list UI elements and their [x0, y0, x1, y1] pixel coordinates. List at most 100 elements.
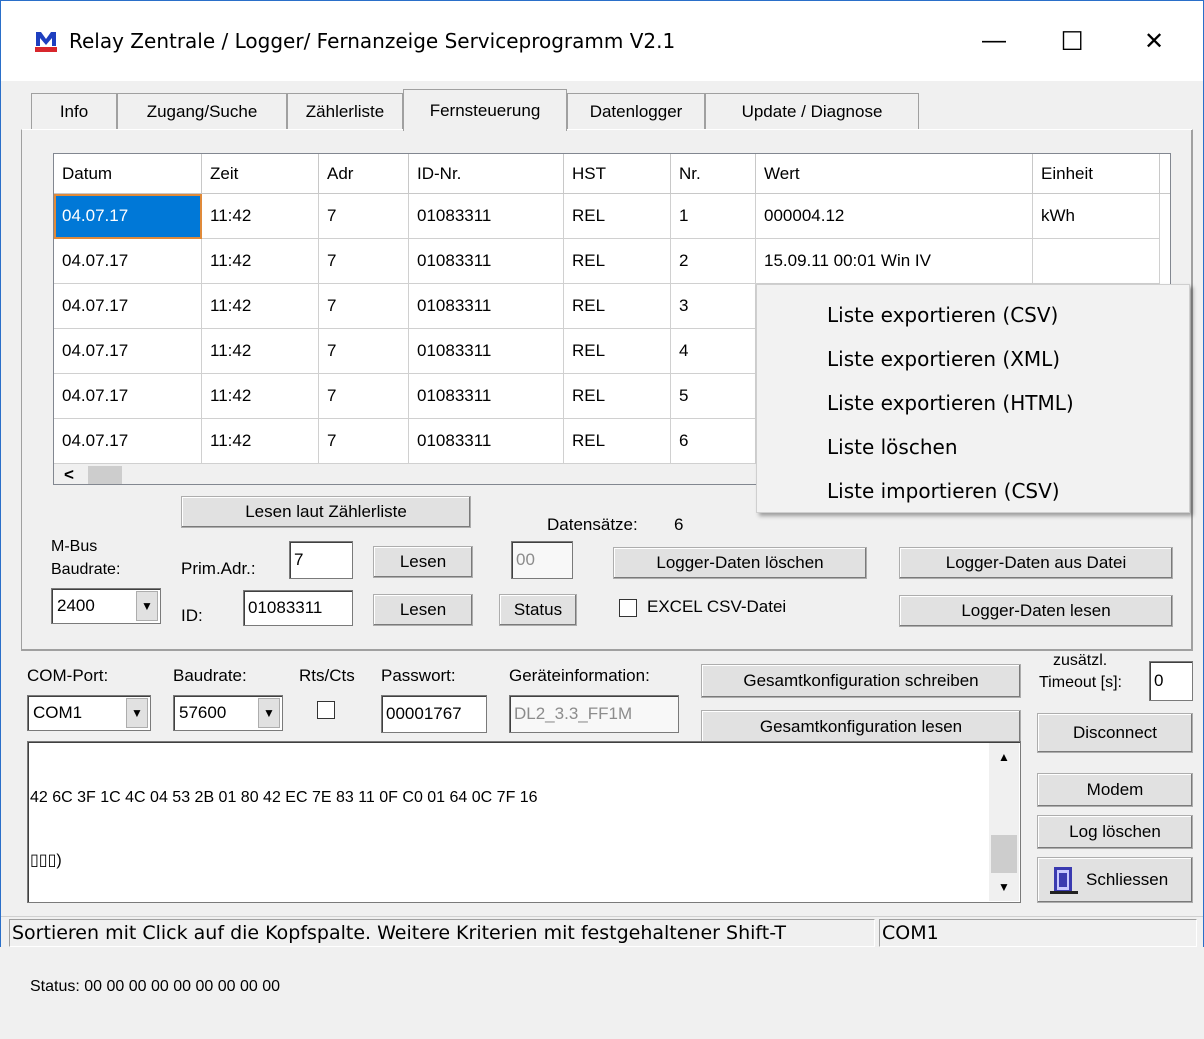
grid-cell[interactable]: 6: [671, 419, 756, 464]
mbus-baudrate-select[interactable]: 2400 ▼: [51, 588, 161, 624]
tab-datenlogger[interactable]: Datenlogger: [567, 93, 705, 129]
chevron-down-icon[interactable]: ▼: [136, 591, 158, 621]
grid-cell[interactable]: REL: [564, 239, 671, 284]
column-header-einheit[interactable]: Einheit: [1033, 154, 1160, 194]
grid-cell[interactable]: 04.07.17: [54, 194, 202, 239]
log-output[interactable]: 42 6C 3F 1C 4C 04 53 2B 01 80 42 EC 7E 8…: [27, 741, 1021, 995]
grid-cell[interactable]: 11:42: [202, 194, 319, 239]
excel-csv-checkbox[interactable]: [619, 599, 637, 617]
grid-cell[interactable]: 01083311: [409, 239, 564, 284]
grid-cell[interactable]: REL: [564, 329, 671, 374]
tab-info[interactable]: Info: [31, 93, 117, 129]
grid-cell[interactable]: 11:42: [202, 329, 319, 374]
tab-fernsteuerung[interactable]: Fernsteuerung: [403, 89, 567, 131]
grid-cell[interactable]: 7: [319, 239, 409, 284]
grid-cell[interactable]: 04.07.17: [54, 239, 202, 284]
column-header-hst[interactable]: HST: [564, 154, 671, 194]
com-port-select[interactable]: COM1 ▼: [27, 695, 151, 731]
column-header-adr[interactable]: Adr: [319, 154, 409, 194]
scroll-thumb[interactable]: [88, 466, 122, 484]
maximize-button[interactable]: ☐: [1037, 15, 1107, 67]
grid-cell[interactable]: 2: [671, 239, 756, 284]
grid-cell[interactable]: REL: [564, 419, 671, 464]
grid-cell[interactable]: REL: [564, 194, 671, 239]
grid-cell[interactable]: 7: [319, 194, 409, 239]
grid-cell[interactable]: 01083311: [409, 374, 564, 419]
gesamtkonfiguration-schreiben-button[interactable]: Gesamtkonfiguration schreiben: [701, 664, 1021, 698]
grid-cell[interactable]: 4: [671, 329, 756, 374]
grid-cell[interactable]: 04.07.17: [54, 284, 202, 329]
tab-update-diagnose[interactable]: Update / Diagnose: [705, 93, 919, 129]
grid-cell[interactable]: 000004.12: [756, 194, 1033, 239]
grid-cell[interactable]: 7: [319, 419, 409, 464]
vertical-scrollbar[interactable]: ▲ ▼: [989, 743, 1019, 901]
menu-item-export-html[interactable]: Liste exportieren (HTML): [827, 391, 1074, 415]
scroll-left-arrow-icon[interactable]: <: [54, 464, 84, 484]
grid-cell[interactable]: 1: [671, 194, 756, 239]
rts-cts-checkbox[interactable]: [317, 701, 335, 719]
tab-zaehlerliste[interactable]: Zählerliste: [287, 93, 403, 129]
column-header-extra[interactable]: [1160, 154, 1170, 194]
grid-cell[interactable]: 11:42: [202, 419, 319, 464]
baudrate-select[interactable]: 57600 ▼: [173, 695, 283, 731]
column-header-id-nr[interactable]: ID-Nr.: [409, 154, 564, 194]
grid-cell[interactable]: 3: [671, 284, 756, 329]
grid-cell[interactable]: 01083311: [409, 284, 564, 329]
chevron-down-icon[interactable]: ▼: [258, 698, 280, 728]
close-button[interactable]: ✕: [1119, 15, 1189, 67]
grid-cell[interactable]: 01083311: [409, 419, 564, 464]
log-loeschen-button[interactable]: Log löschen: [1037, 815, 1193, 849]
grid-cell[interactable]: 04.07.17: [54, 419, 202, 464]
tab-zugang-suche[interactable]: Zugang/Suche: [117, 93, 287, 129]
grid-cell[interactable]: 11:42: [202, 239, 319, 284]
id-input[interactable]: 01083311: [243, 590, 353, 626]
status-button[interactable]: Status: [499, 594, 577, 626]
grid-cell[interactable]: 7: [319, 284, 409, 329]
timeout-input[interactable]: 0: [1149, 661, 1193, 701]
grid-cell[interactable]: 15.09.11 00:01 Win IV: [756, 239, 1033, 284]
grid-cell[interactable]: [1033, 239, 1160, 284]
menu-item-export-xml[interactable]: Liste exportieren (XML): [827, 347, 1060, 371]
schliessen-button[interactable]: Schliessen: [1037, 857, 1193, 903]
grid-cell[interactable]: 7: [319, 374, 409, 419]
logger-daten-lesen-button[interactable]: Logger-Daten lesen: [899, 595, 1173, 627]
grid-cell[interactable]: 11:42: [202, 284, 319, 329]
grid-cell[interactable]: kWh: [1033, 194, 1160, 239]
lesen-prim-adr-button[interactable]: Lesen: [373, 546, 473, 578]
grid-cell[interactable]: 5: [671, 374, 756, 419]
disconnect-button[interactable]: Disconnect: [1037, 713, 1193, 753]
grid-cell[interactable]: 04.07.17: [54, 374, 202, 419]
status-bar: Sortieren mit Click auf die Kopfspalte. …: [1, 916, 1203, 948]
menu-item-export-csv[interactable]: Liste exportieren (CSV): [827, 303, 1058, 327]
passwort-label: Passwort:: [381, 666, 456, 685]
minimize-button[interactable]: —: [959, 15, 1029, 67]
grid-cell[interactable]: 7: [319, 329, 409, 374]
logger-daten-aus-datei-button[interactable]: Logger-Daten aus Datei: [899, 547, 1173, 579]
prim-adr-input[interactable]: 7: [289, 541, 353, 579]
lesen-id-button[interactable]: Lesen: [373, 594, 473, 626]
logger-daten-loeschen-button[interactable]: Logger-Daten löschen: [613, 547, 867, 579]
grid-cell[interactable]: 01083311: [409, 329, 564, 374]
grid-cell[interactable]: REL: [564, 284, 671, 329]
column-header-wert[interactable]: Wert: [756, 154, 1033, 194]
exit-door-icon: [1050, 867, 1078, 894]
chevron-down-icon[interactable]: ▼: [126, 698, 148, 728]
gesamtkonfiguration-lesen-button[interactable]: Gesamtkonfiguration lesen: [701, 710, 1021, 744]
menu-item-import-csv[interactable]: Liste importieren (CSV): [827, 479, 1060, 503]
column-header-nr[interactable]: Nr.: [671, 154, 756, 194]
schliessen-label: Schliessen: [1086, 870, 1169, 889]
grid-cell[interactable]: 01083311: [409, 194, 564, 239]
lesen-laut-zaehlerliste-button[interactable]: Lesen laut Zählerliste: [181, 496, 471, 528]
grid-cell[interactable]: 04.07.17: [54, 329, 202, 374]
grid-cell[interactable]: REL: [564, 374, 671, 419]
scroll-down-arrow-icon[interactable]: ▼: [989, 877, 1019, 897]
scroll-up-arrow-icon[interactable]: ▲: [989, 747, 1019, 767]
scroll-thumb[interactable]: [991, 835, 1017, 873]
menu-item-liste-loeschen[interactable]: Liste löschen: [827, 435, 958, 459]
baudrate-label: Baudrate:: [173, 666, 247, 685]
column-header-datum[interactable]: Datum: [54, 154, 202, 194]
column-header-zeit[interactable]: Zeit: [202, 154, 319, 194]
passwort-input[interactable]: 00001767: [381, 695, 487, 733]
grid-cell[interactable]: 11:42: [202, 374, 319, 419]
modem-button[interactable]: Modem: [1037, 773, 1193, 807]
